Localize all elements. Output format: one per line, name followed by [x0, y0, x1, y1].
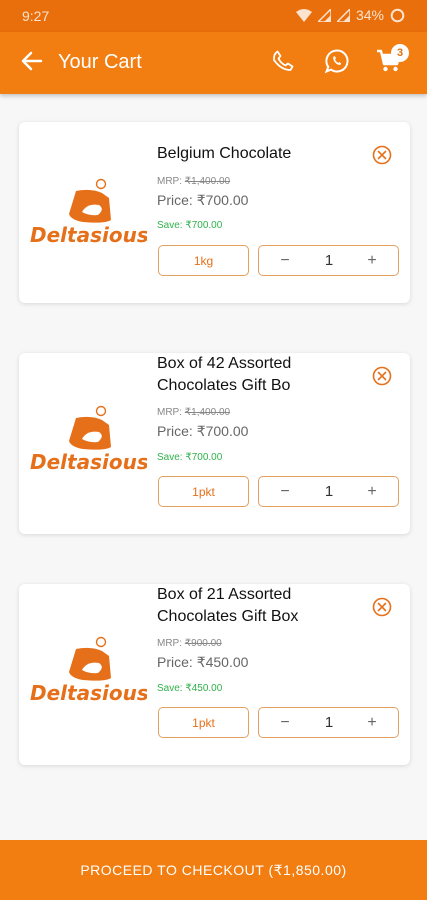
save-text: Save: ₹700.00 [157, 452, 222, 463]
increase-quantity-button[interactable]: + [352, 708, 392, 737]
product-logo: Deltasious [27, 401, 147, 481]
quantity-value: 1 [324, 483, 334, 500]
save-text: Save: ₹700.00 [157, 220, 222, 231]
product-name: Box of 21 Assorted Chocolates Gift Box [157, 586, 299, 625]
quantity-stepper: − 1 + [258, 707, 399, 738]
status-time: 9:27 [22, 8, 50, 24]
status-bar: 9:27 34% [0, 0, 427, 32]
quantity-stepper: − 1 + [258, 476, 399, 507]
deltasious-logo: Deltasious [30, 636, 147, 705]
phone-icon [271, 49, 295, 78]
close-circle-icon [371, 597, 393, 622]
remove-item-button[interactable] [371, 596, 393, 618]
mrp-text: MRP: ₹900.00 [157, 638, 222, 649]
decrease-quantity-button[interactable]: − [265, 246, 305, 275]
quantity-value: 1 [324, 252, 334, 269]
increase-quantity-button[interactable]: + [352, 477, 392, 506]
whatsapp-icon [324, 48, 350, 79]
product-name: Belgium Chocolate [157, 145, 292, 162]
cart-count-badge: 3 [391, 44, 409, 62]
svg-text:Deltasious: Deltasious [30, 681, 147, 705]
minus-icon: − [280, 482, 290, 500]
price-text: Price: ₹700.00 [157, 423, 248, 440]
battery-percent: 34% [355, 7, 384, 23]
mrp-text: MRP: ₹1,400.00 [157, 407, 230, 418]
mrp-value: ₹900.00 [184, 638, 222, 649]
deltasious-logo: Deltasious [30, 405, 147, 474]
price-value: ₹450.00 [196, 654, 249, 670]
save-label: Save: [157, 220, 183, 231]
price-label: Price: [157, 423, 193, 439]
save-value: ₹700.00 [185, 220, 223, 231]
mrp-label: MRP: [157, 638, 182, 649]
minus-icon: − [280, 251, 290, 269]
back-button[interactable] [18, 49, 46, 77]
unit-selector[interactable]: 1pkt [158, 476, 249, 507]
close-circle-icon [371, 145, 393, 170]
svg-text:Deltasious: Deltasious [30, 223, 147, 247]
save-label: Save: [157, 683, 183, 694]
arrow-left-icon [21, 51, 43, 76]
close-circle-icon [371, 366, 393, 391]
status-icons: 34% [295, 7, 405, 23]
cart-item-card: Deltasious Box of 21 Assorted Chocolates… [19, 584, 410, 765]
quantity-value: 1 [324, 714, 334, 731]
svg-text:Deltasious: Deltasious [30, 450, 147, 474]
mrp-value: ₹1,400.00 [184, 176, 231, 187]
price-text: Price: ₹700.00 [157, 192, 248, 209]
decrease-quantity-button[interactable]: − [265, 477, 305, 506]
price-label: Price: [157, 192, 193, 208]
app-bar: Your Cart 3 [0, 32, 427, 94]
plus-icon: + [367, 713, 377, 731]
page-title: Your Cart [58, 51, 142, 73]
deltasious-logo: Deltasious [30, 178, 147, 247]
plus-icon: + [367, 482, 377, 500]
mrp-value: ₹1,400.00 [184, 407, 231, 418]
remove-item-button[interactable] [371, 144, 393, 166]
decrease-quantity-button[interactable]: − [265, 708, 305, 737]
checkout-button[interactable]: PROCEED TO CHECKOUT (₹1,850.00) [0, 840, 427, 900]
save-label: Save: [157, 452, 183, 463]
whatsapp-button[interactable] [322, 48, 352, 78]
mrp-label: MRP: [157, 407, 182, 418]
cart-item-card: Deltasious Box of 42 Assorted Chocolates… [19, 353, 410, 534]
unit-selector[interactable]: 1kg [158, 245, 249, 276]
price-value: ₹700.00 [196, 423, 249, 439]
increase-quantity-button[interactable]: + [352, 246, 392, 275]
product-logo: Deltasious [27, 174, 147, 254]
wifi-icon [295, 8, 312, 22]
cart-button[interactable]: 3 [374, 44, 409, 78]
save-text: Save: ₹450.00 [157, 683, 222, 694]
save-value: ₹450.00 [185, 683, 223, 694]
remove-item-button[interactable] [371, 365, 393, 387]
minus-icon: − [280, 713, 290, 731]
signal-icon [317, 8, 331, 22]
quantity-stepper: − 1 + [258, 245, 399, 276]
signal-icon-2 [336, 8, 350, 22]
price-label: Price: [157, 654, 193, 670]
price-text: Price: ₹450.00 [157, 654, 248, 671]
cart-item-card: Deltasious Belgium Chocolate MRP: ₹1,400… [19, 122, 410, 303]
product-name: Box of 42 Assorted Chocolates Gift Bo [157, 355, 292, 394]
mrp-text: MRP: ₹1,400.00 [157, 176, 230, 187]
battery-icon [390, 8, 405, 23]
unit-selector[interactable]: 1pkt [158, 707, 249, 738]
plus-icon: + [367, 251, 377, 269]
product-logo: Deltasious [27, 632, 147, 712]
price-value: ₹700.00 [196, 192, 249, 208]
mrp-label: MRP: [157, 176, 182, 187]
save-value: ₹700.00 [185, 452, 223, 463]
call-button[interactable] [268, 48, 298, 78]
